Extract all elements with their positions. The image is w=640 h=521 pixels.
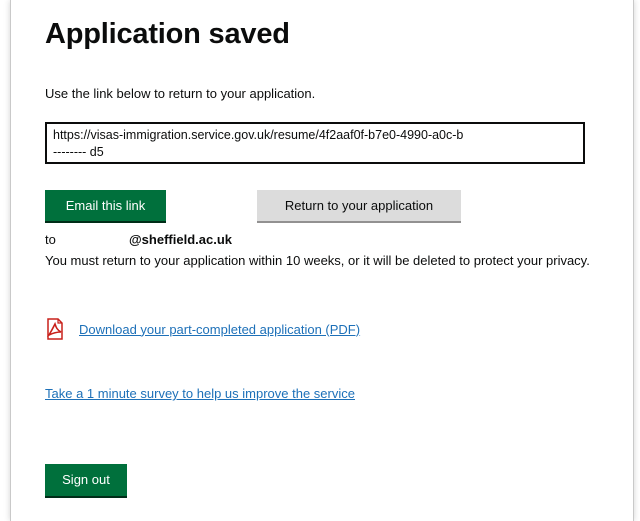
- sign-out-button[interactable]: Sign out: [45, 464, 127, 496]
- survey-link[interactable]: Take a 1 minute survey to help us improv…: [45, 386, 355, 401]
- to-label: to: [45, 232, 56, 247]
- email-link-button[interactable]: Email this link: [45, 190, 166, 221]
- survey-row: Take a 1 minute survey to help us improv…: [45, 385, 355, 403]
- resume-link-field[interactable]: https://visas-immigration.service.gov.uk…: [45, 122, 585, 164]
- pdf-file-icon[interactable]: [45, 318, 65, 340]
- page-title: Application saved: [45, 18, 290, 50]
- download-pdf-link[interactable]: Download your part-completed application…: [79, 322, 360, 337]
- resume-link-line-1: https://visas-immigration.service.gov.uk…: [53, 128, 464, 142]
- intro-text: Use the link below to return to your app…: [45, 86, 316, 101]
- deletion-notice: You must return to your application with…: [45, 253, 590, 268]
- page-frame: Application saved Use the link below to …: [10, 0, 634, 521]
- pdf-download-row: Download your part-completed application…: [45, 318, 360, 340]
- return-to-application-button[interactable]: Return to your application: [257, 190, 461, 221]
- email-domain: @sheffield.ac.uk: [129, 232, 232, 247]
- email-recipient: to @sheffield.ac.uk: [45, 232, 232, 247]
- resume-link-line-2: -------- d5: [53, 145, 104, 159]
